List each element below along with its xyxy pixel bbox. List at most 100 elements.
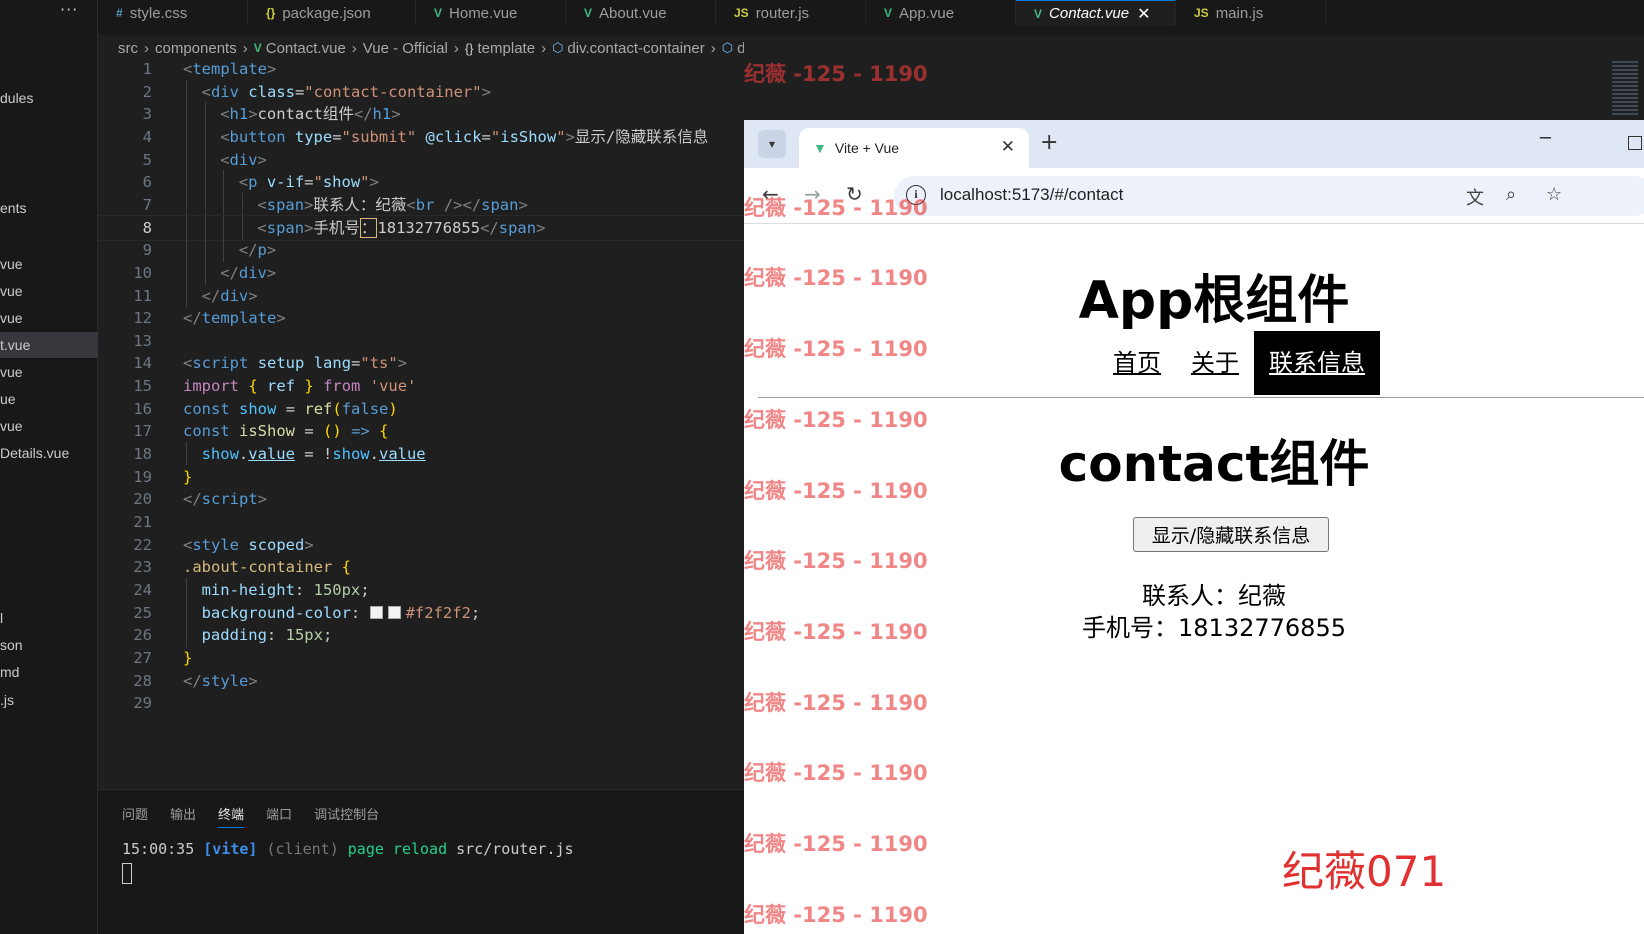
page-content: App根组件 首页 关于 联系信息 contact组件 显示/隐藏联系信息 联系人：… <box>744 224 1644 934</box>
panel-tab[interactable]: 终端 <box>218 804 245 828</box>
code-line[interactable]: 19} <box>98 465 744 489</box>
contact-name: 联系人：纪薇 <box>1142 582 1286 610</box>
explorer-file-item[interactable]: .js <box>0 687 98 713</box>
more-actions-icon[interactable]: ··· <box>60 0 78 19</box>
bookmark-star-icon[interactable]: ☆ <box>1546 184 1562 205</box>
code-line[interactable]: 17 const isShow = () => { <box>98 419 744 443</box>
code-line[interactable]: 28 </style> <box>98 669 744 693</box>
zoom-icon[interactable]: ⌕ <box>1506 184 1516 205</box>
code-line[interactable]: 6 <p v-if="show"> <box>98 170 744 195</box>
breadcrumb-item[interactable]: src <box>118 40 138 57</box>
code-line[interactable]: 3 <h1>contact组件</h1> <box>98 102 744 127</box>
line-number: 11 <box>133 286 152 305</box>
explorer-file-item[interactable]: t.vue <box>0 332 98 358</box>
indent-guide <box>186 215 187 240</box>
code-line[interactable]: 23 .about-container { <box>98 555 744 579</box>
new-tab-button[interactable]: + <box>1040 130 1058 155</box>
code-line[interactable]: 26 padding: 15px; <box>98 623 744 648</box>
panel-tab[interactable]: 端口 <box>266 804 292 828</box>
forward-arrow-icon[interactable]: → <box>804 182 821 206</box>
code-line[interactable]: 9 </p> <box>98 238 744 263</box>
code-line[interactable]: 4 <button type="submit" @click="isShow">显… <box>98 124 744 149</box>
terminal-cursor[interactable] <box>122 863 132 884</box>
code-line[interactable]: 1 <template> <box>98 61 744 81</box>
breadcrumb-item[interactable]: components <box>155 40 237 57</box>
code-line[interactable]: 7 <span>联系人：纪薇<br /></span> <box>98 192 744 217</box>
editor-tab-about-vue[interactable]: V About.vue <box>566 0 716 26</box>
site-info-icon[interactable]: i <box>906 185 926 205</box>
editor-tab-home-vue[interactable]: V Home.vue <box>416 0 566 26</box>
address-bar[interactable]: i localhost:5173/#/contact 文 ⌕ ☆ <box>894 176 1644 216</box>
code-line[interactable]: 13 <box>98 329 744 353</box>
indent-guide <box>241 192 243 217</box>
url-text[interactable]: localhost:5173/#/contact <box>940 185 1123 205</box>
code-line[interactable]: 16 const show = ref(false) <box>98 397 744 421</box>
explorer-file-item[interactable]: vue <box>0 278 98 304</box>
code-line[interactable]: 15 import { ref } from 'vue' <box>98 374 744 398</box>
code-line[interactable]: 5 <div> <box>98 147 744 172</box>
nav-link[interactable]: 关于 <box>1176 331 1254 395</box>
translate-icon[interactable]: 文 <box>1466 184 1484 210</box>
code-line[interactable]: 18 show.value = !show.value <box>98 442 744 467</box>
explorer-file-item[interactable]: ue <box>0 386 98 412</box>
close-tab-icon[interactable]: ✕ <box>1137 4 1150 24</box>
code-line[interactable]: 27} <box>98 646 744 670</box>
explorer-file-item[interactable]: vue <box>0 413 98 439</box>
browser-tab-close-icon[interactable]: ✕ <box>1001 137 1015 157</box>
explorer-file-item[interactable]: Details.vue <box>0 440 98 466</box>
explorer-file-item[interactable]: md <box>0 659 98 685</box>
element-cube-icon: ⬡ <box>552 40 564 55</box>
indent-guide <box>241 215 243 240</box>
minimap[interactable] <box>1612 61 1638 117</box>
code-line[interactable]: 22 <style scoped> <box>98 533 744 557</box>
code-line[interactable]: 20 </script> <box>98 487 744 511</box>
code-line[interactable]: 11 </div> <box>98 283 744 308</box>
code-editor[interactable]: 1 <template> 2 <div class="contact-containe… <box>98 61 744 789</box>
editor-tab-main-js[interactable]: JS main.js <box>1176 0 1326 26</box>
explorer-file-item[interactable]: ents <box>0 195 98 221</box>
breadcrumb-item[interactable]: div.contact-container <box>567 40 704 57</box>
code-line[interactable]: 8 <span>手机号：18132776855</span> <box>98 214 744 241</box>
explorer-file-item[interactable]: dules <box>0 85 98 111</box>
nav-link[interactable]: 首页 <box>1098 331 1176 395</box>
minimize-button[interactable]: ─ <box>1540 128 1551 149</box>
explorer-file-item[interactable]: vue <box>0 251 98 277</box>
code-line[interactable]: 21 <box>98 510 744 534</box>
editor-tab-app-vue[interactable]: V App.vue <box>866 0 1016 26</box>
contact-info: 联系人：纪薇 手机号：18132776855 <box>744 580 1644 644</box>
explorer-file-item[interactable]: l <box>0 605 98 631</box>
maximize-button[interactable] <box>1628 136 1642 150</box>
panel-tab[interactable]: 调试控制台 <box>314 804 379 828</box>
code-line[interactable]: 12 </template> <box>98 306 744 330</box>
editor-tab-package-json[interactable]: {} package.json <box>248 0 416 26</box>
toggle-contact-button[interactable]: 显示/隐藏联系信息 <box>1133 517 1329 552</box>
tab-search-dropdown-icon[interactable]: ▾ <box>758 130 786 158</box>
code-line[interactable]: 2 <div class="contact-container"> <box>98 79 744 104</box>
explorer-file-item[interactable]: son <box>0 632 98 658</box>
code-text: </div> <box>201 286 258 305</box>
editor-tab-contact-vue[interactable]: V Contact.vue ✕ <box>1016 0 1176 26</box>
panel-tabs: 问题 输出 终端 端口 调试控制台 <box>122 804 379 828</box>
code-line[interactable]: 14 <script setup lang="ts"> <box>98 351 744 375</box>
editor-tab-router-js[interactable]: JS router.js <box>716 0 866 26</box>
code-line[interactable]: 24 min-height: 150px; <box>98 577 744 602</box>
editor-tab-label: Contact.vue <box>1049 5 1130 22</box>
vue-file-icon: V <box>434 6 443 20</box>
breadcrumb-item[interactable]: Vue - Official <box>363 40 448 57</box>
breadcrumb-item[interactable]: div <box>737 40 744 57</box>
back-arrow-icon[interactable]: ← <box>762 182 779 206</box>
breadcrumb-item[interactable]: template <box>478 40 536 57</box>
editor-tab-style-css[interactable]: # style.css <box>98 0 248 26</box>
explorer-file-item[interactable]: vue <box>0 305 98 331</box>
code-line[interactable]: 29 <box>98 691 744 715</box>
reload-icon[interactable]: ↻ <box>846 182 863 206</box>
explorer-file-item[interactable]: vue <box>0 359 98 385</box>
code-line[interactable]: 10 </div> <box>98 260 744 285</box>
panel-tab[interactable]: 输出 <box>170 804 196 828</box>
breadcrumb-item[interactable]: Contact.vue <box>266 40 346 57</box>
code-line[interactable]: 25 background-color: #f2f2f2; <box>98 600 744 625</box>
editor-tab-label: router.js <box>755 4 810 22</box>
browser-tab-vite-vue[interactable]: ▼ Vite + Vue ✕ <box>799 128 1029 168</box>
panel-tab[interactable]: 问题 <box>122 804 148 828</box>
nav-link[interactable]: 联系信息 <box>1254 331 1380 395</box>
